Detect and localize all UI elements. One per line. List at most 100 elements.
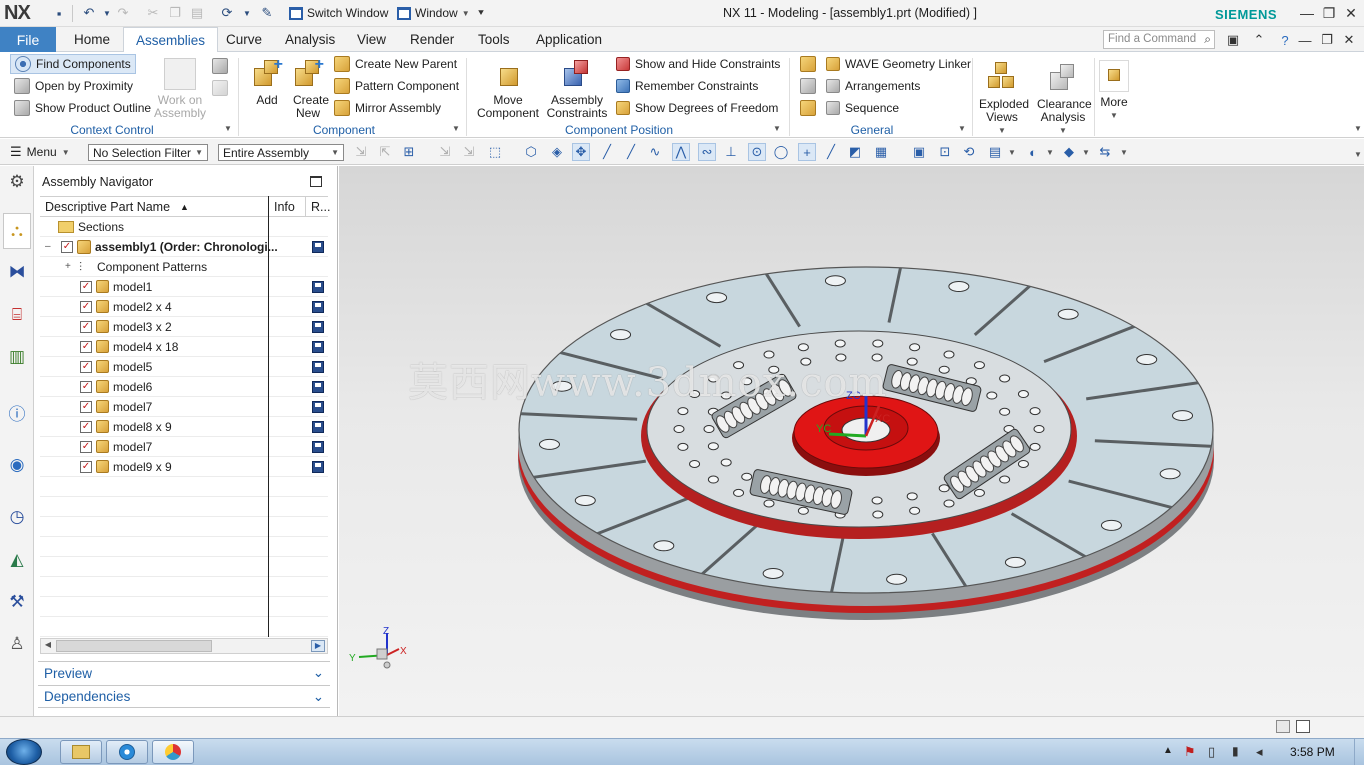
checkbox-icon[interactable]: ✓ (80, 420, 92, 433)
tree-row-model7[interactable]: ✓ model7 (40, 397, 328, 417)
help-icon[interactable]: ? (1276, 31, 1294, 49)
scrollbar-thumb[interactable] (56, 640, 212, 652)
mid-point-icon[interactable]: ╱ (622, 143, 640, 161)
checkbox-icon[interactable]: ✓ (80, 360, 92, 373)
status-window-icon[interactable] (1296, 720, 1310, 733)
visibility-dropdown-icon[interactable]: ▼ (1120, 148, 1128, 157)
column-read-only[interactable]: R... (306, 197, 330, 216)
tab-tools[interactable]: Tools (478, 27, 510, 52)
restore-icon[interactable]: ❐ (1318, 3, 1340, 23)
expand-icon[interactable]: + (65, 261, 75, 272)
show-hide-constraints-button[interactable]: Show and Hide Constraints (616, 54, 780, 74)
checkbox-icon[interactable]: ✓ (80, 400, 92, 413)
window-menu-button[interactable]: Window ▼ (397, 4, 470, 22)
control-point-icon[interactable]: ∿ (646, 143, 664, 161)
bounded-grid-icon[interactable]: ▦ (872, 143, 890, 161)
zoom-icon[interactable]: ⊡ (936, 143, 954, 161)
tab-assemblies[interactable]: Assemblies (123, 27, 219, 53)
component-position-more-icon[interactable]: ▼ (773, 124, 781, 133)
tab-analysis[interactable]: Analysis (285, 27, 335, 52)
collapse-icon[interactable]: – (45, 241, 55, 252)
web-browser-icon[interactable]: ◉ (5, 453, 29, 477)
tree-row-component-patterns[interactable]: + ⫶ Component Patterns (40, 257, 328, 277)
touch-mode-icon[interactable]: ✎ (258, 4, 276, 22)
checkbox-icon[interactable]: ✓ (80, 340, 92, 353)
checkbox-icon[interactable]: ✓ (80, 380, 92, 393)
tree-row-assembly1[interactable]: – ✓ assembly1 (Order: Chronologi... (40, 237, 328, 257)
status-full-screen-icon[interactable] (1276, 720, 1290, 733)
tab-render[interactable]: Render (410, 27, 454, 52)
checkbox-icon[interactable]: ✓ (80, 440, 92, 453)
open-by-proximity-button[interactable]: Open by Proximity (14, 76, 133, 96)
background-dropdown-icon[interactable]: ▼ (1082, 148, 1090, 157)
tree-row-model7-second[interactable]: ✓ model7 (40, 437, 328, 457)
face-select-icon[interactable]: ◈ (548, 143, 566, 161)
general-icon-2[interactable] (800, 78, 816, 94)
tree-row-model8[interactable]: ✓ model8 x 9 (40, 417, 328, 437)
save-icon[interactable]: ▪ (50, 4, 68, 22)
checkbox-icon[interactable]: ✓ (80, 300, 92, 313)
clearance-analysis-button[interactable]: Clearance Analysis ▼ (1034, 62, 1092, 137)
tree-row-model6[interactable]: ✓ model6 (40, 377, 328, 397)
show-hidden-icons-icon[interactable]: ▲ (1163, 745, 1173, 756)
general-icon-3[interactable] (800, 100, 816, 116)
selection-scope-select[interactable]: Entire Assembly ▼ (218, 144, 344, 161)
collapse-ribbon-icon[interactable]: ⌃ (1250, 31, 1268, 49)
mirror-assembly-button[interactable]: Mirror Assembly (334, 98, 441, 118)
ribbon-overflow-icon[interactable]: ▼ (1354, 124, 1362, 133)
curve-point-icon[interactable]: ∾ (698, 143, 716, 161)
more-button[interactable]: More ▼ (1096, 60, 1132, 122)
orient-view-dropdown-icon[interactable]: ▼ (1008, 148, 1016, 157)
column-info[interactable]: Info (269, 197, 306, 216)
taskbar-explorer[interactable] (60, 740, 102, 764)
scroll-right-icon[interactable]: ▶ (311, 640, 325, 652)
clutch-disc-model[interactable]: ZC YC XC (339, 166, 1364, 716)
repeat-command-icon[interactable]: ⟳ (218, 4, 236, 22)
show-dof-button[interactable]: Show Degrees of Freedom (616, 98, 778, 118)
tree-row-model3[interactable]: ✓ model3 x 2 (40, 317, 328, 337)
select-all-icon[interactable]: ⊞ (400, 143, 418, 161)
process-studio-icon[interactable]: ⚒ (5, 590, 29, 614)
taskbar-clock[interactable]: 3:58 PM (1290, 745, 1335, 759)
display-component-icon[interactable] (212, 58, 228, 74)
menu-button[interactable]: ☰ Menu ▼ (10, 143, 70, 161)
maximize-navigator-icon[interactable] (310, 176, 322, 187)
selection-filter-select[interactable]: No Selection Filter ▼ (88, 144, 208, 161)
tree-row-sections[interactable]: Sections (40, 217, 328, 237)
background-icon[interactable]: ◆ (1060, 143, 1078, 161)
rectangle-select-icon[interactable]: ⬚ (486, 143, 504, 161)
system-materials-icon[interactable]: ◭ (5, 548, 29, 572)
move-component-button[interactable]: Move Component (476, 58, 540, 120)
rotate-icon[interactable]: ⟲ (960, 143, 978, 161)
sequence-button[interactable]: Sequence (826, 98, 899, 118)
ribbon-options-icon[interactable]: ▣ (1224, 31, 1242, 49)
hd3d-tools-icon[interactable]: ⓘ (5, 400, 29, 424)
point-on-curve-icon[interactable]: ╱ (822, 143, 840, 161)
visibility-icon[interactable]: ⇆ (1096, 143, 1114, 161)
checkbox-icon[interactable]: ✓ (80, 460, 92, 473)
tab-curve[interactable]: Curve (226, 27, 262, 52)
start-button[interactable] (6, 739, 42, 765)
minimize-icon[interactable]: — (1296, 3, 1318, 23)
remember-constraints-button[interactable]: Remember Constraints (616, 76, 758, 96)
exploded-views-button[interactable]: Exploded Views ▼ (974, 62, 1030, 137)
command-finder-input[interactable]: Find a Command ⌕ (1103, 30, 1215, 49)
pattern-component-button[interactable]: Pattern Component (334, 76, 459, 96)
general-icon-1[interactable] (800, 56, 816, 72)
context-control-more-icon[interactable]: ▼ (224, 124, 232, 133)
customize-quick-access-icon[interactable]: ⯆ (472, 4, 490, 22)
constraint-navigator-icon[interactable]: ⧓ (5, 260, 29, 284)
point-on-face-icon[interactable]: ◩ (846, 143, 864, 161)
wave-geometry-linker-button[interactable]: WAVE Geometry Linker (826, 54, 971, 74)
view-fit-icon[interactable]: ▣ (910, 143, 928, 161)
find-components-button[interactable]: Find Components (10, 54, 136, 74)
taskbar-nx[interactable] (152, 740, 194, 764)
quadrant-point-icon[interactable]: ◯ (772, 143, 790, 161)
orient-view-icon[interactable]: ▤ (986, 143, 1004, 161)
switch-window-button[interactable]: Switch Window (289, 4, 388, 22)
taskbar-browser[interactable] (106, 740, 148, 764)
tree-row-model5[interactable]: ✓ model5 (40, 357, 328, 377)
selection-bar-overflow-icon[interactable]: ▼ (1354, 150, 1362, 159)
tab-application[interactable]: Application (536, 27, 602, 52)
checkbox-icon[interactable]: ✓ (80, 320, 92, 333)
